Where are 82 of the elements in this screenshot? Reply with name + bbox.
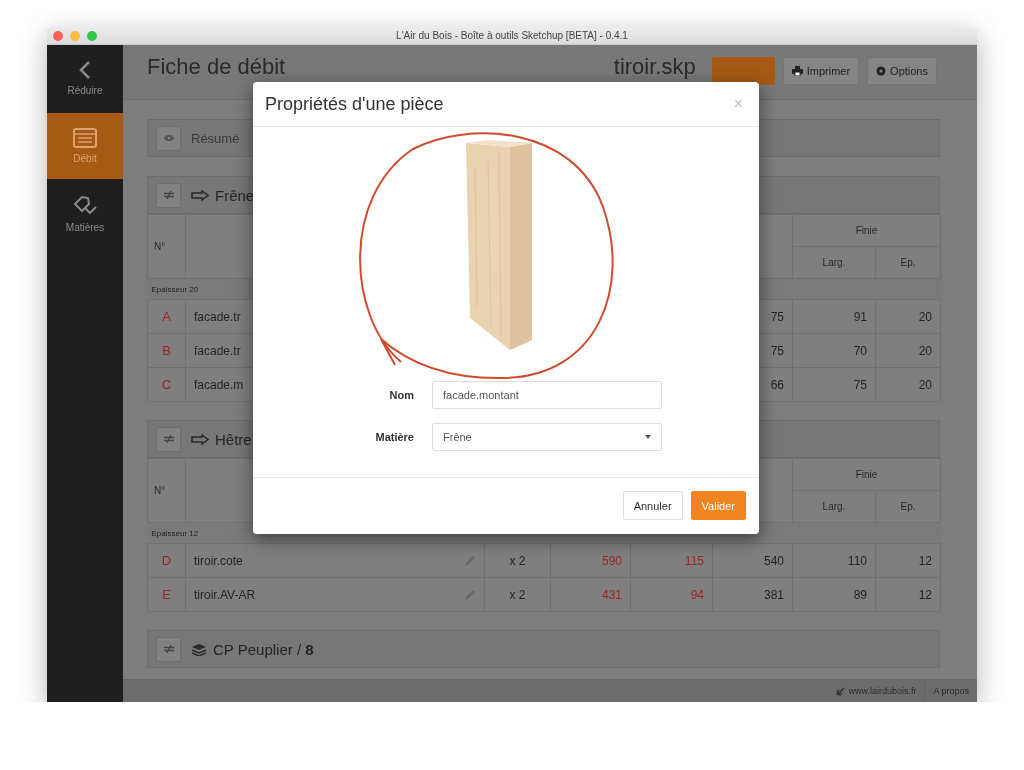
column-header: Finie [792,214,941,247]
table-cell: facade.tr [194,309,241,324]
select-field[interactable]: Frêne [432,423,662,451]
column-header: Larg. [792,490,876,523]
section-label: Epaisseur 12 [151,528,199,538]
options-button[interactable]: Options [867,57,937,85]
file-name: tiroir.skp [613,53,696,81]
table-cell: 20 [918,343,932,358]
table-cell: 381 [763,587,784,602]
toggle-button[interactable] [156,182,181,208]
table-cell: D [161,553,172,568]
table-cell: x 2 [509,553,526,568]
sidebar-item[interactable]: Matières [47,181,123,247]
close-light[interactable] [53,31,63,41]
toggle-button[interactable] [156,426,181,452]
cancel-button[interactable]: Annuler [622,491,683,520]
input-field[interactable]: facade.montant [432,381,662,409]
table-cell: 20 [918,377,932,392]
group-title: CP Peuplier / 8 [213,640,314,658]
table-cell: 115 [684,553,704,568]
table-cell: 431 [601,587,622,602]
table-cell: tiroir.cote [194,553,243,568]
dialog-title: Propriétés d'une pièce [265,93,444,115]
section-label: Epaisseur 20 [151,284,199,294]
table-cell: 89 [853,587,867,602]
table-cell: 110 [847,553,867,568]
table-cell: 75 [853,377,867,392]
table-cell: tiroir.AV-AR [194,587,256,602]
table-cell: 12 [918,553,932,568]
table-cell: 590 [601,553,622,568]
table-cell: 66 [770,377,784,392]
table-cell: 75 [770,309,784,324]
tag-icon [72,195,98,217]
minimize-light[interactable] [70,31,80,41]
toggle-button[interactable] [156,636,181,662]
window-title: L'Air du Bois - Boîte à outils Sketchup [BETA] - 0.4.1 [396,30,628,41]
column-header: Finie [792,458,941,491]
table-cell: 70 [853,343,867,358]
action-button[interactable] [711,57,775,85]
column-header: Ep. [875,246,941,279]
not-equal-icon [163,435,174,443]
table-cell: facade.m [194,377,244,392]
chevron-left-icon [78,60,92,80]
table-cell: x 2 [509,587,526,602]
table-cell: A [162,309,171,324]
table-cell: B [162,343,171,358]
arrow-icon [191,433,209,445]
caret-icon [645,435,651,439]
arrow-icon [191,189,209,201]
zoom-light[interactable] [87,31,97,41]
not-equal-icon [163,191,174,199]
toggle-button[interactable] [156,125,181,151]
page-title: Fiche de débit [147,53,286,81]
stack-icon [191,642,207,656]
sidebar-item[interactable]: Débit [47,113,123,179]
table-cell: 12 [918,587,932,602]
table-cell: 20 [918,309,932,324]
field-label: Matière [374,431,414,443]
table-cell: E [162,587,171,602]
table-cell: C [161,377,172,392]
summary-label: Résumé [191,130,240,146]
table-cell: 91 [853,309,867,324]
gear-icon [876,66,887,76]
column-header: Larg. [792,246,876,279]
sidebar-item[interactable]: Réduire [47,45,123,111]
table-cell: 75 [770,343,784,358]
column-header: N° [147,458,186,523]
column-header: Ep. [875,490,941,523]
confirm-button[interactable]: Valider [690,491,746,520]
website-link[interactable]: www.lairdubois.fr [828,686,925,696]
eye-icon [163,135,174,141]
table-icon [73,128,97,148]
table-cell: 540 [763,553,784,568]
column-header: N° [147,214,186,279]
not-equal-icon [163,645,174,653]
print-button[interactable]: Imprimer [782,57,860,85]
group-title: Frêne [215,186,255,204]
printer-icon [791,66,803,76]
table-cell: facade.tr [194,343,241,358]
table-cell: 94 [690,587,704,602]
field-label: Nom [388,389,414,401]
group-title: Hêtre [215,430,252,448]
